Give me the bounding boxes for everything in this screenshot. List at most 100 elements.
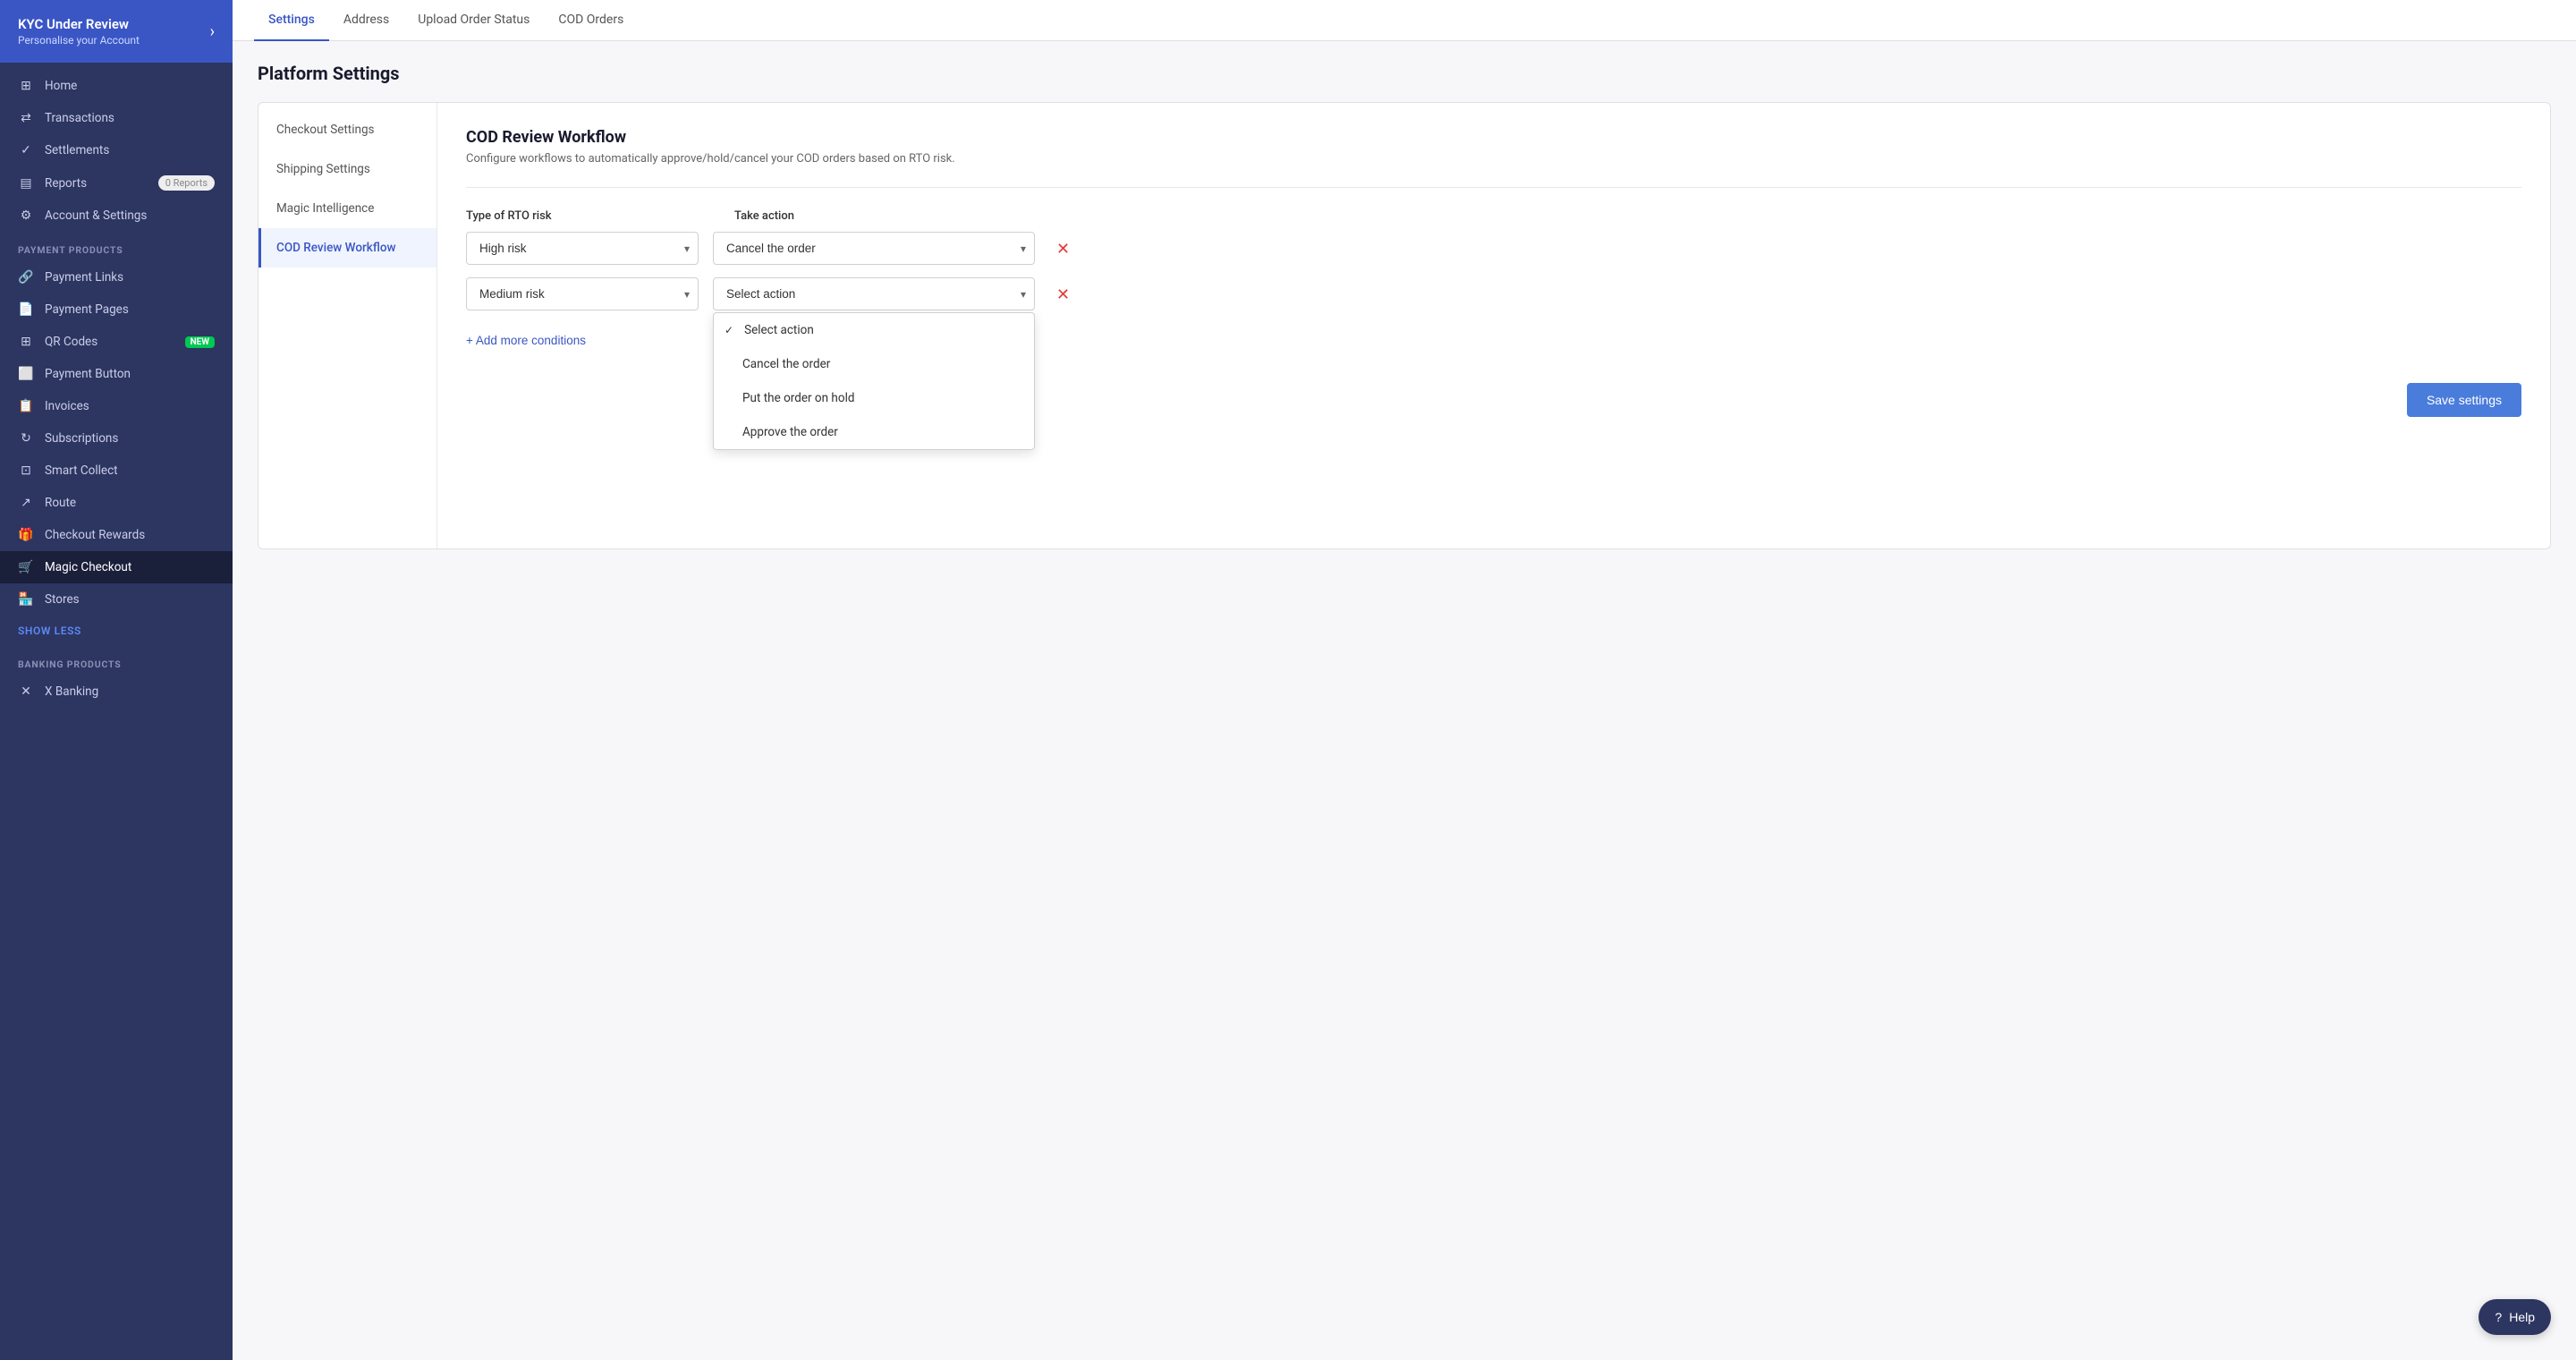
- qr-codes-icon: ⊞: [18, 335, 34, 349]
- dropdown-option-select-action[interactable]: ✓ Select action: [714, 313, 1034, 347]
- tab-bar: Settings Address Upload Order Status COD…: [233, 0, 2576, 41]
- sidebar-item-transactions[interactable]: ⇄ Transactions: [0, 102, 233, 134]
- workflow-content: COD Review Workflow Configure workflows …: [437, 103, 2550, 548]
- sidebar-item-payment-pages[interactable]: 📄 Payment Pages: [0, 293, 233, 326]
- dropdown-option-approve-order-label: Approve the order: [742, 425, 838, 439]
- save-settings-button[interactable]: Save settings: [2407, 383, 2521, 417]
- action-select-2[interactable]: Select action Cancel the order Put the o…: [713, 277, 1035, 310]
- delete-row-2-button[interactable]: ✕: [1049, 283, 1077, 306]
- smart-collect-icon: ⊡: [18, 463, 34, 478]
- action-dropdown-container-1: Cancel the order Select action Put the o…: [713, 232, 1035, 265]
- sidebar-item-account-label: Account & Settings: [45, 208, 147, 223]
- condition-row-2: Medium risk High risk Low risk ▾ Select …: [466, 277, 2521, 310]
- dropdown-option-select-action-label: Select action: [744, 323, 814, 337]
- dropdown-option-hold-order-label: Put the order on hold: [742, 391, 854, 405]
- sidebar-header[interactable]: KYC Under Review Personalise your Accoun…: [0, 0, 233, 63]
- help-circle-icon: ?: [2495, 1310, 2502, 1324]
- qr-codes-badge: NEW: [185, 336, 215, 348]
- sidebar-item-reports[interactable]: ▤ Reports 0 Reports: [0, 166, 233, 200]
- subscriptions-icon: ↻: [18, 431, 34, 446]
- sidebar-item-settlements[interactable]: ✓ Settlements: [0, 134, 233, 166]
- x-banking-icon: ✕: [18, 684, 34, 699]
- delete-row-1-button[interactable]: ✕: [1049, 237, 1077, 260]
- action-dropdown-2[interactable]: Select action Cancel the order Put the o…: [713, 277, 1035, 310]
- tab-cod-orders[interactable]: COD Orders: [544, 0, 638, 41]
- dropdown-option-hold-order[interactable]: Put the order on hold: [714, 381, 1034, 415]
- tab-upload-order-status[interactable]: Upload Order Status: [403, 0, 544, 41]
- risk-select-2[interactable]: Medium risk High risk Low risk ▾: [466, 277, 699, 310]
- checkout-rewards-icon: 🎁: [18, 528, 34, 542]
- risk-dropdown-2[interactable]: Medium risk High risk Low risk: [466, 277, 699, 310]
- payment-button-icon: ⬜: [18, 367, 34, 381]
- help-button-label: Help: [2509, 1310, 2535, 1324]
- sidebar-item-payment-button[interactable]: ⬜ Payment Button: [0, 358, 233, 390]
- rto-risk-header: Type of RTO risk: [466, 209, 699, 223]
- magic-checkout-icon: 🛒: [18, 560, 34, 574]
- settings-menu-cod-review[interactable]: COD Review Workflow: [258, 228, 436, 268]
- sidebar: KYC Under Review Personalise your Accoun…: [0, 0, 233, 1360]
- workflow-description: Configure workflows to automatically app…: [466, 152, 2521, 166]
- sidebar-item-payment-button-label: Payment Button: [45, 367, 131, 381]
- settings-menu-magic-intelligence[interactable]: Magic Intelligence: [258, 189, 436, 228]
- payment-pages-icon: 📄: [18, 302, 34, 317]
- sidebar-item-settlements-label: Settlements: [45, 143, 109, 157]
- sidebar-item-magic-checkout[interactable]: 🛒 Magic Checkout: [0, 551, 233, 583]
- sidebar-item-payment-pages-label: Payment Pages: [45, 302, 129, 317]
- sidebar-item-checkout-rewards-label: Checkout Rewards: [45, 528, 145, 542]
- sidebar-expand-icon[interactable]: ›: [210, 22, 215, 41]
- reports-icon: ▤: [18, 176, 34, 191]
- sidebar-item-stores[interactable]: 🏪 Stores: [0, 583, 233, 616]
- settlements-icon: ✓: [18, 143, 34, 157]
- invoices-icon: 📋: [18, 399, 34, 413]
- workflow-title: COD Review Workflow: [466, 128, 2521, 147]
- action-dropdown-container-2: Select action Cancel the order Put the o…: [713, 277, 1035, 310]
- action-dropdown-menu: ✓ Select action Cancel the order Put the…: [713, 312, 1035, 450]
- sidebar-item-invoices-label: Invoices: [45, 399, 89, 413]
- settings-menu-shipping[interactable]: Shipping Settings: [258, 149, 436, 189]
- page-title: Platform Settings: [258, 63, 2551, 84]
- sidebar-item-account-settings[interactable]: ⚙ Account & Settings: [0, 200, 233, 232]
- sidebar-header-title: KYC Under Review: [18, 16, 140, 32]
- sidebar-item-qr-codes-label: QR Codes: [45, 335, 97, 349]
- checkmark-icon: ✓: [724, 324, 733, 336]
- settings-icon: ⚙: [18, 208, 34, 223]
- banking-products-section-label: BANKING PRODUCTS: [0, 646, 233, 676]
- sidebar-item-checkout-rewards[interactable]: 🎁 Checkout Rewards: [0, 519, 233, 551]
- sidebar-item-subscriptions-label: Subscriptions: [45, 431, 118, 446]
- sidebar-item-home[interactable]: ⊞ Home: [0, 70, 233, 102]
- tab-settings[interactable]: Settings: [254, 0, 329, 41]
- sidebar-item-smart-collect[interactable]: ⊡ Smart Collect: [0, 455, 233, 487]
- sidebar-item-qr-codes[interactable]: ⊞ QR Codes NEW: [0, 326, 233, 358]
- settings-menu-checkout[interactable]: Checkout Settings: [258, 110, 436, 149]
- dropdown-option-approve-order[interactable]: Approve the order: [714, 415, 1034, 449]
- payment-products-section-label: PAYMENT PRODUCTS: [0, 232, 233, 261]
- sidebar-item-payment-links[interactable]: 🔗 Payment Links: [0, 261, 233, 293]
- risk-select-1[interactable]: High risk Medium risk Low risk ▾: [466, 232, 699, 265]
- sidebar-header-subtitle: Personalise your Account: [18, 34, 140, 47]
- sidebar-item-x-banking[interactable]: ✕ X Banking: [0, 676, 233, 708]
- add-conditions-button[interactable]: + Add more conditions: [466, 330, 586, 351]
- transactions-icon: ⇄: [18, 111, 34, 125]
- dropdown-option-cancel-order[interactable]: Cancel the order: [714, 347, 1034, 381]
- home-icon: ⊞: [18, 79, 34, 93]
- action-dropdown-1[interactable]: Cancel the order Select action Put the o…: [713, 232, 1035, 265]
- condition-row-1: High risk Medium risk Low risk ▾ Cancel …: [466, 232, 2521, 265]
- tab-address[interactable]: Address: [329, 0, 403, 41]
- sidebar-item-reports-label: Reports: [45, 176, 87, 191]
- sidebar-item-route-label: Route: [45, 496, 76, 510]
- sidebar-item-payment-links-label: Payment Links: [45, 270, 123, 285]
- show-less-button[interactable]: SHOW LESS: [0, 616, 233, 646]
- action-select-1[interactable]: Cancel the order Select action Put the o…: [713, 232, 1035, 265]
- sidebar-item-invoices[interactable]: 📋 Invoices: [0, 390, 233, 422]
- route-icon: ↗: [18, 496, 34, 510]
- sidebar-item-subscriptions[interactable]: ↻ Subscriptions: [0, 422, 233, 455]
- payment-links-icon: 🔗: [18, 270, 34, 285]
- page-body: Platform Settings Checkout Settings Ship…: [233, 41, 2576, 1360]
- help-button[interactable]: ? Help: [2479, 1299, 2551, 1335]
- sidebar-item-home-label: Home: [45, 79, 77, 93]
- sidebar-item-route[interactable]: ↗ Route: [0, 487, 233, 519]
- risk-dropdown-1[interactable]: High risk Medium risk Low risk: [466, 232, 699, 265]
- take-action-header: Take action: [734, 209, 1056, 223]
- sidebar-item-transactions-label: Transactions: [45, 111, 114, 125]
- sidebar-item-smart-collect-label: Smart Collect: [45, 463, 118, 478]
